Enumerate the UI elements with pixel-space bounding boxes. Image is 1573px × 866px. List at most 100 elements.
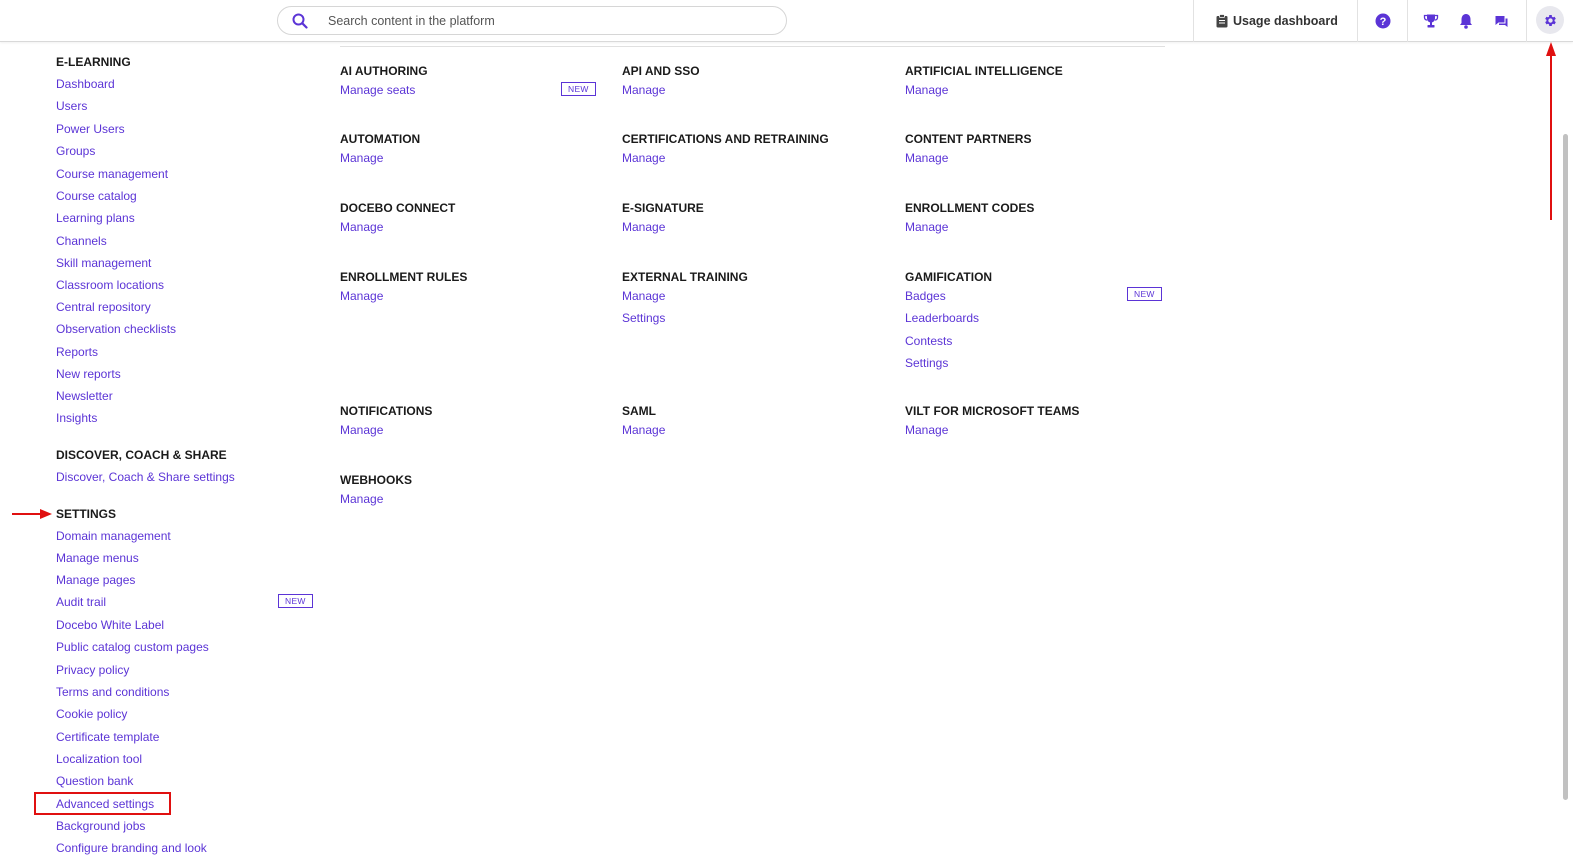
search-icon [292, 13, 308, 29]
highlight-box-advanced-settings [34, 792, 171, 815]
arrow-annotation-gear [1546, 42, 1556, 220]
trophy-button[interactable] [1422, 12, 1440, 30]
section-title-settings: SETTINGS [56, 507, 117, 521]
app-link-docebo-connect-manage[interactable]: Manage [340, 220, 383, 234]
help-icon: ? [1375, 13, 1391, 29]
section-title-elearning: E-LEARNING [56, 55, 131, 69]
divider [340, 46, 1165, 47]
sidebar-item-newsletter[interactable]: Newsletter [56, 389, 113, 403]
sidebar-item-classroom-locations[interactable]: Classroom locations [56, 278, 164, 292]
app-title-external-training: EXTERNAL TRAINING [622, 270, 748, 284]
trophy-icon [1423, 14, 1439, 28]
divider [1526, 0, 1527, 42]
usage-dashboard-label: Usage dashboard [1233, 14, 1338, 28]
sidebar-item-question-bank[interactable]: Question bank [56, 774, 133, 788]
sidebar-item-course-management[interactable]: Course management [56, 167, 168, 181]
sidebar-item-discover-settings[interactable]: Discover, Coach & Share settings [56, 470, 235, 484]
sidebar-item-channels[interactable]: Channels [56, 234, 107, 248]
svg-text:?: ? [1380, 16, 1387, 28]
sidebar-item-manage-pages[interactable]: Manage pages [56, 573, 135, 587]
chat-icon [1495, 15, 1507, 27]
sidebar-item-course-catalog[interactable]: Course catalog [56, 189, 137, 203]
sidebar-item-users[interactable]: Users [56, 99, 87, 113]
sidebar-item-localization-tool[interactable]: Localization tool [56, 752, 142, 766]
app-title-content-partners: CONTENT PARTNERS [905, 132, 1032, 146]
sidebar-item-privacy-policy[interactable]: Privacy policy [56, 663, 129, 677]
app-title-gamification: GAMIFICATION [905, 270, 993, 284]
app-link-webhooks-manage[interactable]: Manage [340, 492, 383, 506]
sidebar-item-public-catalog-custom-pages[interactable]: Public catalog custom pages [56, 640, 209, 654]
app-link-artificial-intelligence-manage[interactable]: Manage [905, 83, 948, 97]
app-link-ai-authoring-manage-seats[interactable]: Manage seats [340, 83, 415, 97]
sidebar-item-docebo-white-label[interactable]: Docebo White Label [56, 618, 164, 632]
search-bar[interactable]: Search content in the platform [277, 6, 787, 35]
new-badge: NEW [561, 82, 596, 96]
app-link-api-sso-manage[interactable]: Manage [622, 83, 665, 97]
new-badge: NEW [1127, 287, 1162, 301]
new-badge: NEW [278, 594, 313, 608]
app-title-enrollment-codes: ENROLLMENT CODES [905, 201, 1035, 215]
app-link-vilt-teams-manage[interactable]: Manage [905, 423, 948, 437]
app-title-notifications: NOTIFICATIONS [340, 404, 433, 418]
sidebar-item-new-reports[interactable]: New reports [56, 367, 121, 381]
sidebar-item-domain-management[interactable]: Domain management [56, 529, 171, 543]
app-title-automation: AUTOMATION [340, 132, 421, 146]
app-link-gamification-settings[interactable]: Settings [905, 356, 948, 370]
divider [1193, 0, 1194, 42]
notifications-button[interactable] [1457, 12, 1475, 30]
sidebar-item-learning-plans[interactable]: Learning plans [56, 211, 135, 225]
app-title-vilt-teams: VILT FOR MICROSOFT TEAMS [905, 404, 1080, 418]
app-link-enrollment-rules-manage[interactable]: Manage [340, 289, 383, 303]
app-link-automation-manage[interactable]: Manage [340, 151, 383, 165]
app-title-api-sso: API AND SSO [622, 64, 700, 78]
sidebar-item-background-jobs[interactable]: Background jobs [56, 819, 145, 833]
app-link-gamification-leaderboards[interactable]: Leaderboards [905, 311, 979, 325]
sidebar-item-cookie-policy[interactable]: Cookie policy [56, 707, 127, 721]
app-link-content-partners-manage[interactable]: Manage [905, 151, 948, 165]
annotation-overlay [12, 42, 1556, 519]
sidebar-item-manage-menus[interactable]: Manage menus [56, 551, 139, 565]
app-link-enrollment-codes-manage[interactable]: Manage [905, 220, 948, 234]
app-title-saml: SAML [622, 404, 656, 418]
sidebar-item-skill-management[interactable]: Skill management [56, 256, 151, 270]
sidebar-item-audit-trail[interactable]: Audit trail [56, 595, 106, 609]
app-link-external-training-manage[interactable]: Manage [622, 289, 665, 303]
sidebar-item-configure-branding-and-look[interactable]: Configure branding and look [56, 841, 207, 855]
divider [1357, 0, 1358, 42]
scrollbar-thumb[interactable] [1563, 134, 1568, 800]
app-title-enrollment-rules: ENROLLMENT RULES [340, 270, 468, 284]
app-title-certifications: CERTIFICATIONS AND RETRAINING [622, 132, 829, 146]
usage-dashboard-button[interactable]: Usage dashboard [1216, 13, 1338, 29]
sidebar-item-groups[interactable]: Groups [56, 144, 95, 158]
app-link-gamification-badges[interactable]: Badges [905, 289, 946, 303]
gear-icon [1544, 14, 1556, 26]
sidebar-item-certificate-template[interactable]: Certificate template [56, 730, 159, 744]
section-title-discover: DISCOVER, COACH & SHARE [56, 448, 227, 462]
scrollbar[interactable] [1563, 42, 1569, 802]
app-title-docebo-connect: DOCEBO CONNECT [340, 201, 456, 215]
help-button[interactable]: ? [1374, 12, 1392, 30]
sidebar-item-observation-checklists[interactable]: Observation checklists [56, 322, 176, 336]
sidebar-item-power-users[interactable]: Power Users [56, 122, 125, 136]
sidebar-item-dashboard[interactable]: Dashboard [56, 77, 115, 91]
app-title-artificial-intelligence: ARTIFICIAL INTELLIGENCE [905, 64, 1063, 78]
sidebar-item-terms-and-conditions[interactable]: Terms and conditions [56, 685, 169, 699]
arrow-annotation-settings [12, 509, 52, 519]
app-link-external-training-settings[interactable]: Settings [622, 311, 665, 325]
chat-button[interactable] [1492, 12, 1510, 30]
search-placeholder[interactable]: Search content in the platform [328, 14, 495, 28]
sidebar-item-central-repository[interactable]: Central repository [56, 300, 151, 314]
app-title-ai-authoring: AI AUTHORING [340, 64, 428, 78]
clipboard-icon [1216, 14, 1228, 28]
bell-icon [1460, 14, 1472, 29]
sidebar-item-reports[interactable]: Reports [56, 345, 98, 359]
app-link-notifications-manage[interactable]: Manage [340, 423, 383, 437]
top-bar: Search content in the platform Usage das… [0, 0, 1573, 42]
app-link-esignature-manage[interactable]: Manage [622, 220, 665, 234]
app-link-certifications-manage[interactable]: Manage [622, 151, 665, 165]
app-link-saml-manage[interactable]: Manage [622, 423, 665, 437]
sidebar-item-insights[interactable]: Insights [56, 411, 97, 425]
settings-button[interactable] [1536, 6, 1564, 34]
app-title-webhooks: WEBHOOKS [340, 473, 412, 487]
app-link-gamification-contests[interactable]: Contests [905, 334, 952, 348]
